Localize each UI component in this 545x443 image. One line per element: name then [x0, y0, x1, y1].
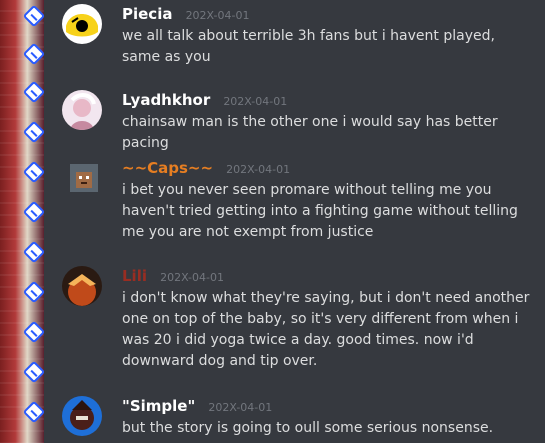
author-name[interactable]: Lyadhkhor	[122, 91, 210, 109]
author-name[interactable]: "Simple"	[122, 397, 195, 415]
message-header: ~~Caps~~ 202X-04-01	[122, 158, 290, 177]
author-name[interactable]: Lili	[122, 267, 147, 285]
user-avatar-icon[interactable]	[70, 164, 98, 192]
user-avatar-icon[interactable]	[62, 266, 102, 306]
message-timestamp: 202X-04-01	[226, 163, 291, 176]
arrow-tile-icon	[22, 200, 46, 224]
arrow-tile-icon	[22, 42, 46, 66]
message-item: Lili 202X-04-01 i don't know what they'r…	[62, 266, 535, 386]
message-text: but the story is going to oull some seri…	[122, 420, 494, 436]
arrow-tile-icon	[22, 240, 46, 264]
left-decorative-strip	[0, 0, 46, 443]
user-avatar-icon[interactable]	[62, 4, 102, 44]
message-header: Lyadhkhor 202X-04-01	[122, 90, 287, 109]
message-text: i bet you never seen promare without tel…	[122, 182, 518, 240]
author-name[interactable]: Piecia	[122, 5, 172, 23]
message-item: ~~Caps~~ 202X-04-01 i bet you never seen…	[62, 158, 535, 254]
user-avatar-icon[interactable]	[62, 90, 102, 130]
message-item: Piecia 202X-04-01 we all talk about terr…	[62, 4, 535, 68]
message-item: Lyadhkhor 202X-04-01 chainsaw man is the…	[62, 90, 535, 151]
arrow-tile-icon	[22, 360, 46, 384]
arrow-tile-icon	[22, 400, 46, 424]
message-timestamp: 202X-04-01	[160, 271, 224, 284]
message-timestamp: 202X-04-01	[185, 9, 250, 22]
message-header: "Simple" 202X-04-01	[122, 396, 272, 415]
message-text: i don't know what they're saying, but i …	[122, 290, 530, 369]
author-name[interactable]: ~~Caps~~	[122, 159, 213, 177]
message-header: Lili 202X-04-01	[122, 266, 224, 285]
arrow-tile-icon	[22, 80, 46, 104]
arrow-tile-icon	[22, 280, 46, 304]
arrow-tile-icon	[22, 120, 46, 144]
message-timestamp: 202X-04-01	[208, 401, 273, 414]
arrow-tile-icon	[22, 320, 46, 344]
arrow-tile-icon	[22, 160, 46, 184]
message-item: "Simple" 202X-04-01 but the story is goi…	[62, 396, 535, 443]
message-header: Piecia 202X-04-01	[122, 4, 249, 23]
message-timestamp: 202X-04-01	[223, 95, 288, 108]
message-text: we all talk about terrible 3h fans but i…	[122, 28, 495, 65]
message-text: chainsaw man is the other one i would sa…	[122, 114, 498, 151]
arrow-tile-icon	[22, 4, 46, 28]
user-avatar-icon[interactable]	[62, 396, 102, 436]
